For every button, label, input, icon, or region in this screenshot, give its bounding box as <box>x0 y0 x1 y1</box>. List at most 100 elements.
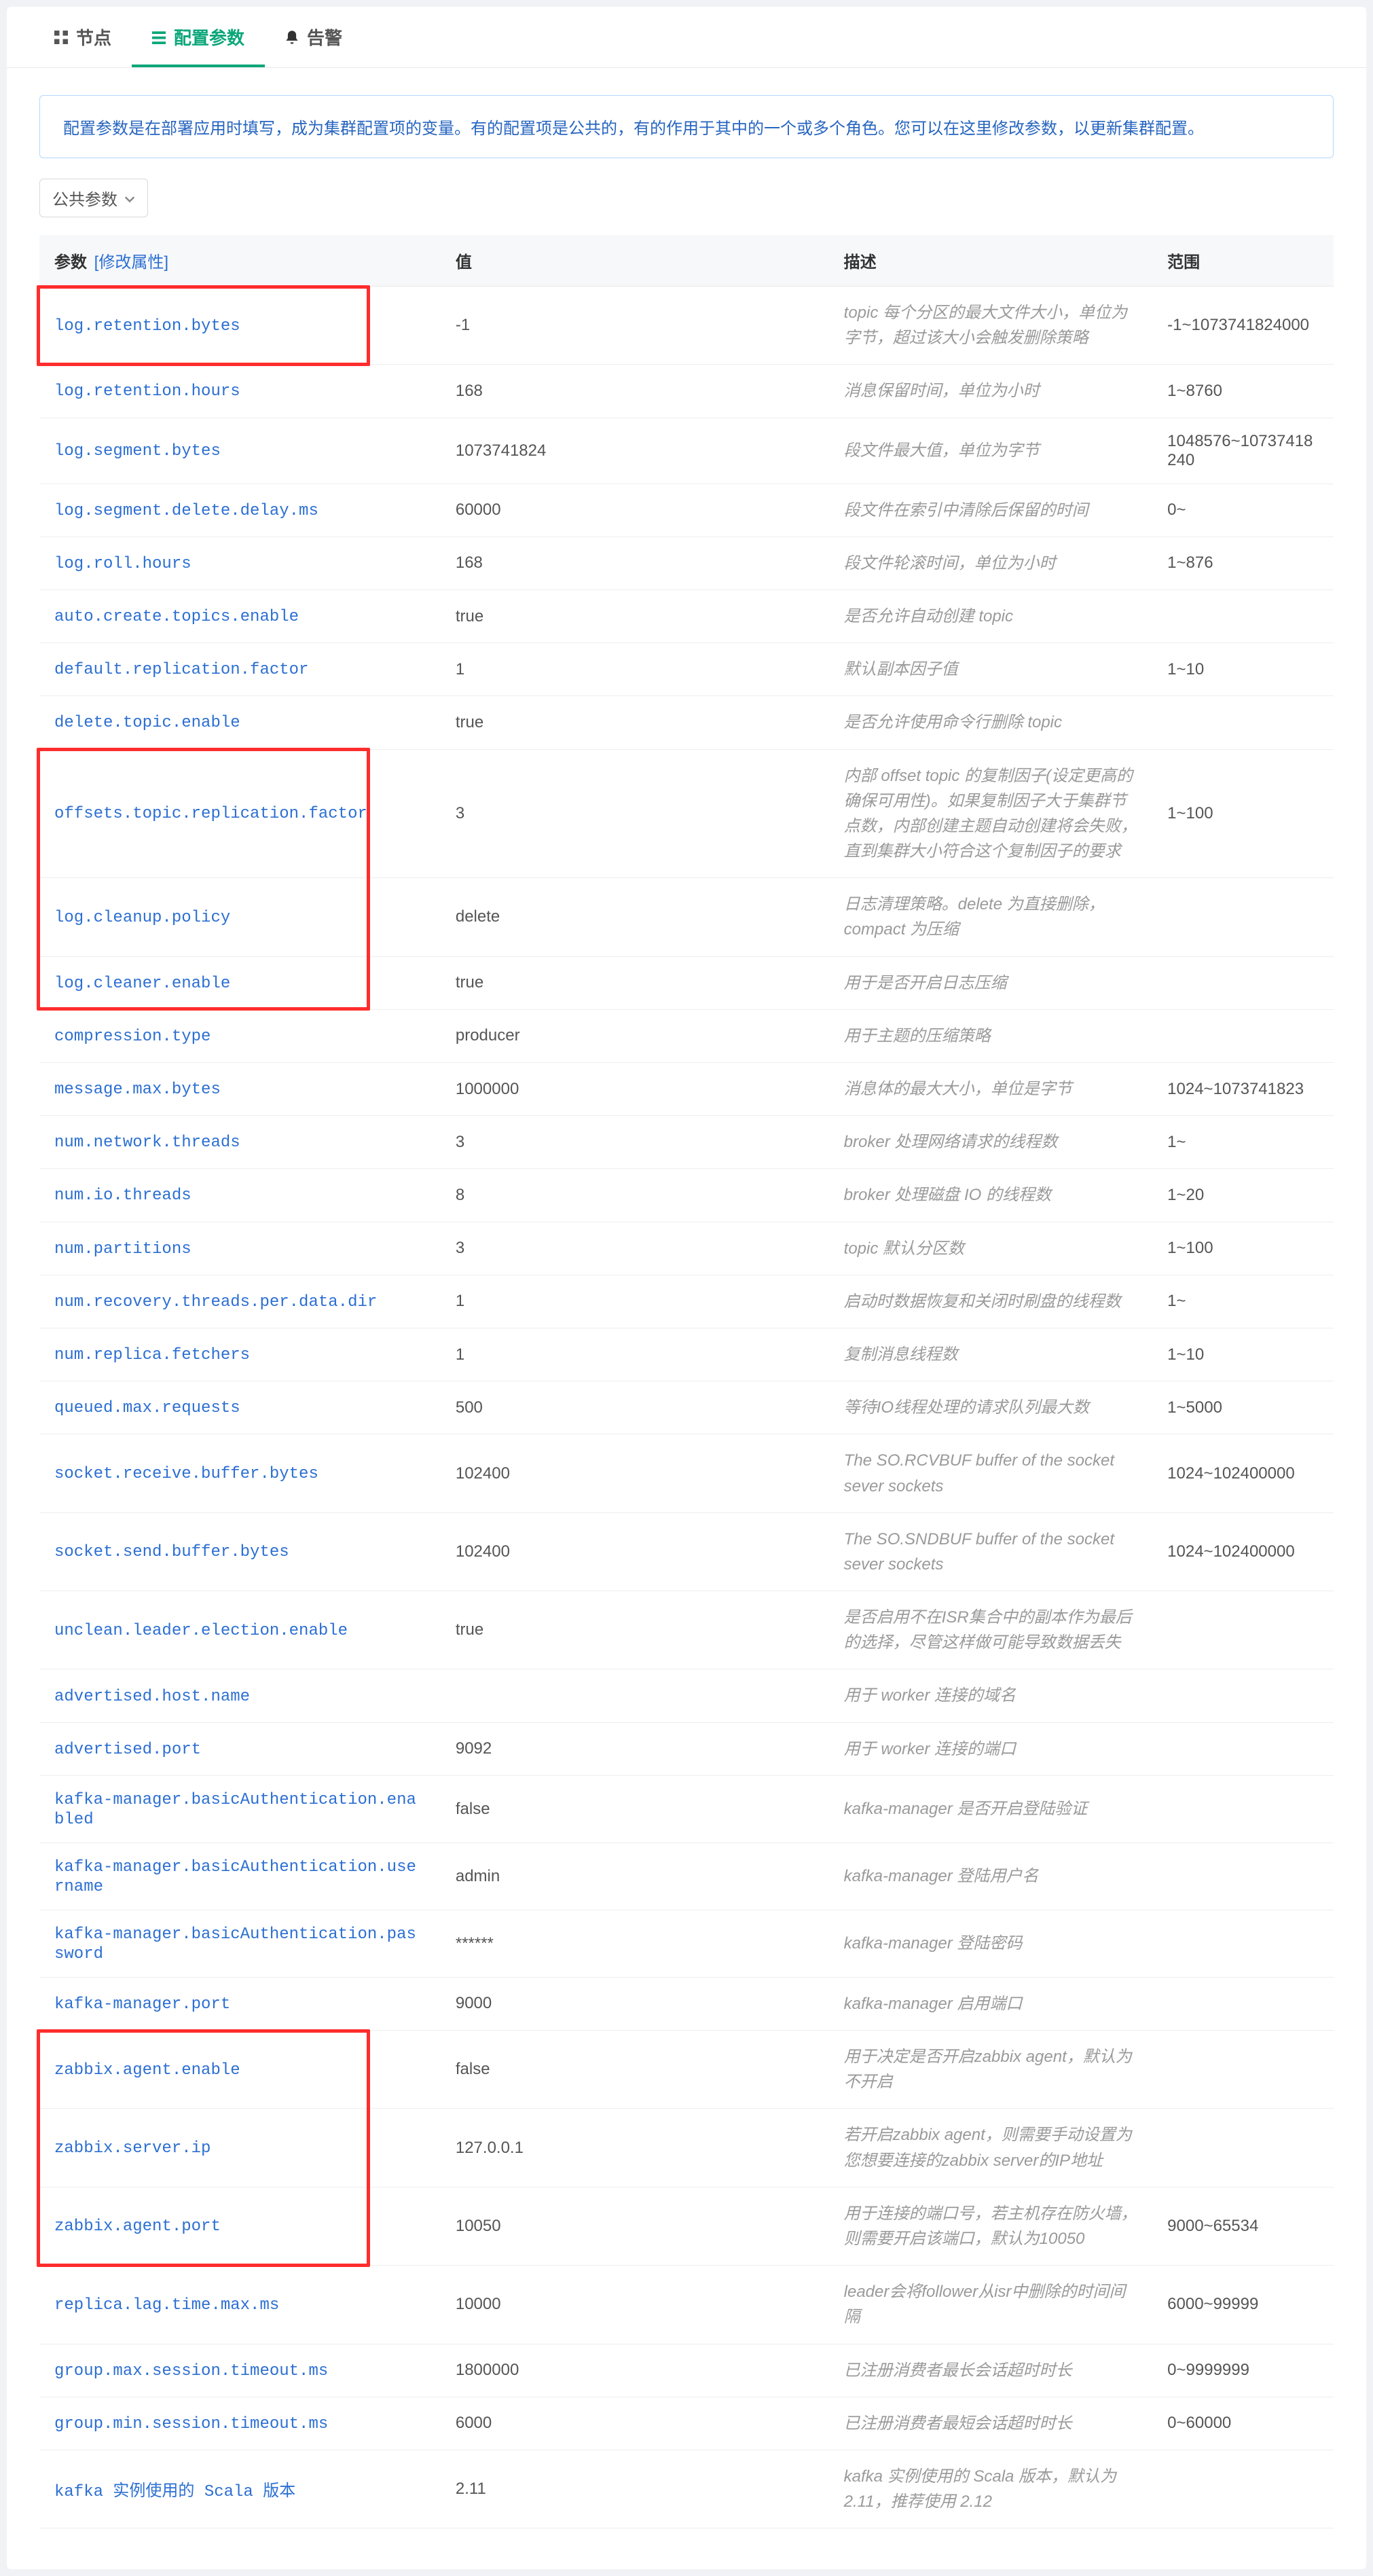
param-name-link[interactable]: kafka-manager.port <box>54 1995 230 2014</box>
param-name-link[interactable]: log.cleanup.policy <box>54 909 230 927</box>
param-name-link[interactable]: offsets.topic.replication.factor <box>54 805 367 823</box>
table-row: zabbix.agent.enablefalse用于决定是否开启zabbix a… <box>39 2031 1334 2109</box>
param-range <box>1152 878 1334 956</box>
param-name-link[interactable]: log.roll.hours <box>54 555 191 573</box>
param-value: 8 <box>441 1169 829 1222</box>
table-row: log.retention.hours168消息保留时间，单位为小时1~8760 <box>39 365 1334 418</box>
tab-config[interactable]: 配置参数 <box>132 7 265 67</box>
param-desc: 启动时数据恢复和关闭时刷盘的线程数 <box>829 1275 1153 1328</box>
param-name-link[interactable]: delete.topic.enable <box>54 714 240 732</box>
table-row: queued.max.requests500等待IO线程处理的请求队列最大数1~… <box>39 1381 1334 1434</box>
param-name-link[interactable]: group.min.session.timeout.ms <box>54 2415 328 2433</box>
param-range <box>1152 1009 1334 1062</box>
table-row: num.io.threads8broker 处理磁盘 IO 的线程数1~20 <box>39 1169 1334 1222</box>
param-desc: 是否允许使用命令行删除 topic <box>829 696 1153 749</box>
param-desc: 段文件最大值，单位为字节 <box>829 418 1153 484</box>
param-value: true <box>441 696 829 749</box>
param-name-link[interactable]: num.recovery.threads.per.data.dir <box>54 1293 377 1311</box>
param-value: 168 <box>441 537 829 589</box>
table-row: delete.topic.enable true是否允许使用命令行删除 topic <box>39 696 1334 749</box>
param-desc: topic 每个分区的最大文件大小，单位为字节，超过该大小会触发删除策略 <box>829 287 1153 365</box>
param-range: 1~876 <box>1152 537 1334 589</box>
param-value: false <box>441 1775 829 1843</box>
param-desc: 段文件在索引中清除后保留的时间 <box>829 484 1153 537</box>
params-table: 参数 [修改属性] 值 描述 范围 log.retention.bytes-1t… <box>39 235 1334 2528</box>
param-desc: topic 默认分区数 <box>829 1222 1153 1275</box>
param-name-link[interactable]: num.network.threads <box>54 1133 240 1152</box>
table-row: log.segment.bytes1073741824段文件最大值，单位为字节1… <box>39 418 1334 484</box>
modify-attrs-link[interactable]: [修改属性] <box>94 253 168 272</box>
table-row: replica.lag.time.max.ms10000leader会将foll… <box>39 2266 1334 2344</box>
param-name-link[interactable]: kafka 实例使用的 Scala 版本 <box>54 2483 295 2501</box>
param-desc: 复制消息线程数 <box>829 1328 1153 1381</box>
table-row: num.partitions3topic 默认分区数1~100 <box>39 1222 1334 1275</box>
param-desc: 用于 worker 连接的端口 <box>829 1722 1153 1775</box>
param-desc: 等待IO线程处理的请求队列最大数 <box>829 1381 1153 1434</box>
param-value: 2.11 <box>441 2450 829 2528</box>
param-name-link[interactable]: log.retention.bytes <box>54 317 240 335</box>
param-name-link[interactable]: num.replica.fetchers <box>54 1346 250 1364</box>
param-range: 1~5000 <box>1152 1381 1334 1434</box>
grid-icon <box>54 31 68 44</box>
param-value: -1 <box>441 287 829 365</box>
param-name-link[interactable]: kafka-manager.basicAuthentication.passwo… <box>54 1925 416 1963</box>
param-value: true <box>441 589 829 642</box>
param-range: 1024~102400000 <box>1152 1512 1334 1591</box>
param-range <box>1152 1669 1334 1722</box>
param-value: 60000 <box>441 484 829 537</box>
param-value: 127.0.0.1 <box>441 2109 829 2187</box>
param-name-link[interactable]: default.replication.factor <box>54 661 308 679</box>
table-row: kafka-manager.basicAuthentication.userna… <box>39 1843 1334 1910</box>
param-name-link[interactable]: auto.create.topics.enable <box>54 608 299 626</box>
param-value: 168 <box>441 365 829 418</box>
param-range: 1024~102400000 <box>1152 1434 1334 1512</box>
param-name-link[interactable]: zabbix.agent.port <box>54 2217 221 2236</box>
param-name-link[interactable]: queued.max.requests <box>54 1399 240 1417</box>
param-name-link[interactable]: zabbix.server.ip <box>54 2139 210 2158</box>
param-value: true <box>441 956 829 1009</box>
param-name-link[interactable]: log.retention.hours <box>54 382 240 401</box>
table-row: zabbix.server.ip127.0.0.1若开启zabbix agent… <box>39 2109 1334 2187</box>
tab-nodes[interactable]: 节点 <box>34 7 132 67</box>
param-name-link[interactable]: compression.type <box>54 1028 210 1046</box>
param-name-link[interactable]: message.max.bytes <box>54 1081 221 1099</box>
table-row: log.roll.hours168段文件轮滚时间，单位为小时1~876 <box>39 537 1334 589</box>
param-value: 1800000 <box>441 2344 829 2397</box>
param-name-link[interactable]: socket.receive.buffer.bytes <box>54 1465 318 1483</box>
table-row: advertised.host.name用于 worker 连接的域名 <box>39 1669 1334 1722</box>
param-name-link[interactable]: kafka-manager.basicAuthentication.userna… <box>54 1858 416 1896</box>
param-value: delete <box>441 878 829 956</box>
param-name-link[interactable]: num.io.threads <box>54 1186 191 1205</box>
table-row: kafka-manager.port9000kafka-manager 启用端口 <box>39 1977 1334 2030</box>
param-range: -1~1073741824000 <box>1152 287 1334 365</box>
param-desc: The SO.RCVBUF buffer of the socket sever… <box>829 1434 1153 1512</box>
tab-alerts[interactable]: 告警 <box>265 7 363 67</box>
param-name-link[interactable]: advertised.port <box>54 1741 201 1759</box>
param-value: 1 <box>441 1275 829 1328</box>
param-desc: broker 处理网络请求的线程数 <box>829 1116 1153 1169</box>
param-name-link[interactable]: advertised.host.name <box>54 1688 250 1706</box>
param-range <box>1152 2450 1334 2528</box>
param-name-link[interactable]: log.segment.delete.delay.ms <box>54 502 318 520</box>
param-desc: kafka-manager 启用端口 <box>829 1977 1153 2030</box>
col-param: 参数 [修改属性] <box>39 235 441 287</box>
param-desc: 内部 offset topic 的复制因子(设定更高的确保可用性)。如果复制因子… <box>829 749 1153 878</box>
param-name-link[interactable]: group.max.session.timeout.ms <box>54 2362 328 2380</box>
param-name-link[interactable]: log.cleaner.enable <box>54 975 230 993</box>
param-name-link[interactable]: socket.send.buffer.bytes <box>54 1543 289 1561</box>
param-name-link[interactable]: zabbix.agent.enable <box>54 2061 240 2080</box>
param-desc: broker 处理磁盘 IO 的线程数 <box>829 1169 1153 1222</box>
scope-dropdown[interactable]: 公共参数 <box>39 179 148 217</box>
param-name-link[interactable]: log.segment.bytes <box>54 442 221 460</box>
param-value: 9092 <box>441 1722 829 1775</box>
param-name-link[interactable]: kafka-manager.basicAuthentication.enable… <box>54 1791 416 1829</box>
param-range <box>1152 589 1334 642</box>
param-range <box>1152 1775 1334 1843</box>
param-value: 102400 <box>441 1512 829 1591</box>
param-range: 1~100 <box>1152 1222 1334 1275</box>
param-value: false <box>441 2031 829 2109</box>
param-name-link[interactable]: num.partitions <box>54 1240 191 1258</box>
param-name-link[interactable]: replica.lag.time.max.ms <box>54 2296 279 2315</box>
config-page: 节点 配置参数 告警 配置参数是在部署应用时填写，成为集群配置项的变量。有的配置… <box>7 7 1366 2569</box>
param-name-link[interactable]: unclean.leader.election.enable <box>54 1622 348 1640</box>
